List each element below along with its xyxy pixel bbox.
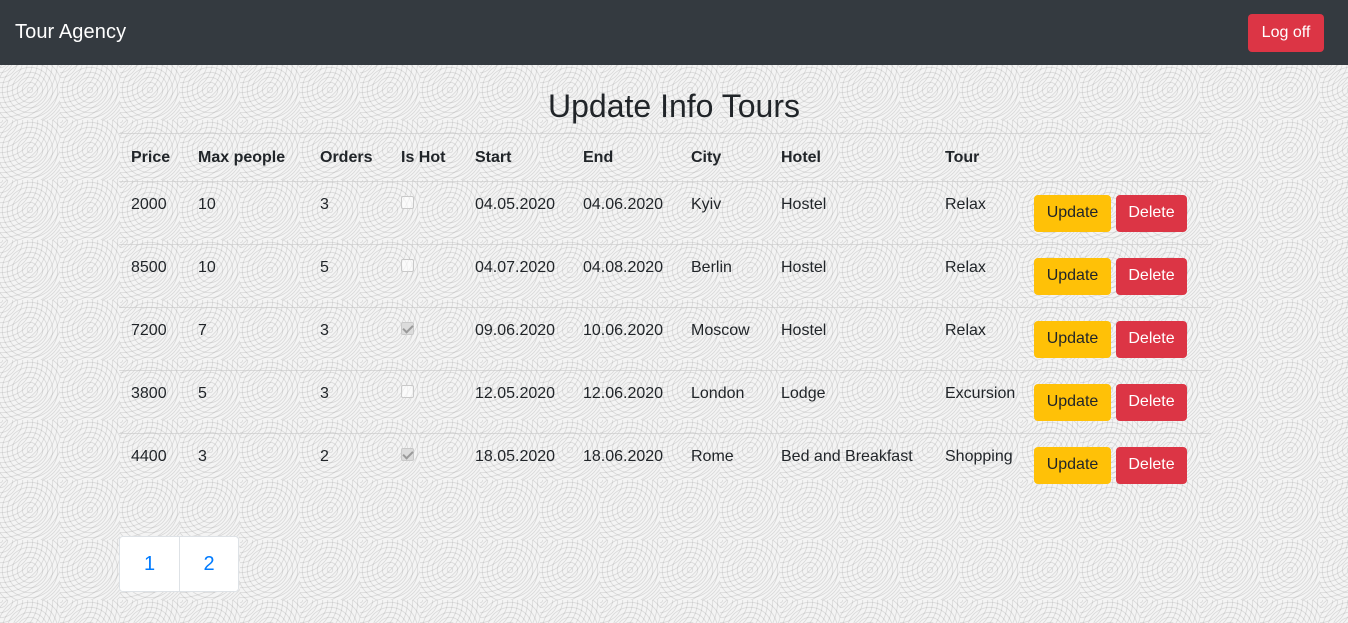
delete-button[interactable]: Delete — [1116, 257, 1187, 295]
cell-orders: 3 — [308, 307, 389, 371]
cell-tour: Relax — [933, 307, 1030, 371]
cell-tour: Excursion — [933, 370, 1030, 434]
is-hot-checkbox — [401, 385, 414, 398]
delete-button[interactable]: Delete — [1116, 320, 1187, 358]
cell-orders: 3 — [308, 181, 389, 245]
brand-title[interactable]: Tour Agency — [15, 21, 126, 44]
cell-city: Rome — [679, 433, 769, 497]
cell-orders: 2 — [308, 433, 389, 497]
cell-end: 10.06.2020 — [571, 307, 679, 371]
cell-is-hot — [389, 307, 463, 371]
cell-is-hot — [389, 433, 463, 497]
log-off-button[interactable]: Log off — [1248, 13, 1324, 52]
table-row: 2000 10 3 04.05.2020 04.06.2020 Kyiv Hostel Rel… — [119, 181, 1211, 245]
cell-start: 18.05.2020 — [463, 433, 571, 497]
table-row: 8500 10 5 04.07.2020 04.08.2020 Berlin Hostel R… — [119, 244, 1211, 308]
table-row: 4400 3 2 18.05.2020 18.06.2020 Rome Bed and Br… — [119, 433, 1211, 497]
update-button[interactable]: Update — [1034, 194, 1111, 232]
cell-max-people: 10 — [186, 181, 308, 245]
cell-is-hot — [389, 181, 463, 245]
cell-city: Moscow — [679, 307, 769, 371]
page-link-2[interactable]: 2 — [179, 537, 238, 591]
cell-tour: Shopping — [933, 433, 1030, 497]
cell-price: 4400 — [119, 433, 186, 497]
cell-orders: 3 — [308, 370, 389, 434]
cell-price: 7200 — [119, 307, 186, 371]
cell-hotel: Lodge — [769, 370, 933, 434]
cell-start: 04.07.2020 — [463, 244, 571, 308]
cell-actions: Update Delete — [1030, 244, 1211, 308]
update-button[interactable]: Update — [1034, 257, 1111, 295]
cell-end: 18.06.2020 — [571, 433, 679, 497]
table-row: 3800 5 3 12.05.2020 12.06.2020 London Lodge Exc… — [119, 370, 1211, 434]
cell-start: 09.06.2020 — [463, 307, 571, 371]
navbar: Tour Agency Log off — [0, 0, 1348, 65]
column-header-orders: Orders — [308, 133, 389, 182]
cell-tour: Relax — [933, 181, 1030, 245]
cell-actions: Update Delete — [1030, 433, 1211, 497]
cell-hotel: Hostel — [769, 244, 933, 308]
cell-city: Kyiv — [679, 181, 769, 245]
cell-hotel: Bed and Breakfast — [769, 433, 933, 497]
cell-hotel: Hostel — [769, 307, 933, 371]
delete-button[interactable]: Delete — [1116, 446, 1187, 484]
is-hot-checkbox — [401, 259, 414, 272]
cell-price: 8500 — [119, 244, 186, 308]
cell-price: 3800 — [119, 370, 186, 434]
cell-start: 12.05.2020 — [463, 370, 571, 434]
delete-button[interactable]: Delete — [1116, 383, 1187, 421]
pagination: 1 2 — [119, 536, 239, 592]
cell-actions: Update Delete — [1030, 307, 1211, 371]
cell-city: London — [679, 370, 769, 434]
column-header-end: End — [571, 133, 679, 182]
page-title: Update Info Tours — [547, 88, 800, 124]
column-header-price: Price — [119, 133, 186, 182]
cell-actions: Update Delete — [1030, 181, 1211, 245]
cell-is-hot — [389, 370, 463, 434]
update-button[interactable]: Update — [1034, 320, 1111, 358]
cell-max-people: 7 — [186, 307, 308, 371]
update-button[interactable]: Update — [1034, 446, 1111, 484]
cell-end: 04.08.2020 — [571, 244, 679, 308]
cell-max-people: 5 — [186, 370, 308, 434]
tours-table: Price Max people Orders Is Hot Start End… — [119, 133, 1211, 497]
cell-actions: Update Delete — [1030, 370, 1211, 434]
cell-tour: Relax — [933, 244, 1030, 308]
cell-end: 04.06.2020 — [571, 181, 679, 245]
cell-is-hot — [389, 244, 463, 308]
table-row: 7200 7 3 09.06.2020 10.06.2020 Moscow Hostel Re… — [119, 307, 1211, 371]
cell-city: Berlin — [679, 244, 769, 308]
cell-end: 12.06.2020 — [571, 370, 679, 434]
column-header-city: City — [679, 133, 769, 182]
column-header-start: Start — [463, 133, 571, 182]
cell-max-people: 3 — [186, 433, 308, 497]
update-button[interactable]: Update — [1034, 383, 1111, 421]
column-header-hotel: Hotel — [769, 133, 933, 182]
cell-orders: 5 — [308, 244, 389, 308]
page-link-1[interactable]: 1 — [120, 537, 179, 591]
cell-start: 04.05.2020 — [463, 181, 571, 245]
cell-max-people: 10 — [186, 244, 308, 308]
is-hot-checkbox — [401, 322, 414, 335]
table-header-row: Price Max people Orders Is Hot Start End… — [119, 133, 1211, 182]
cell-hotel: Hostel — [769, 181, 933, 245]
column-header-is-hot: Is Hot — [389, 133, 463, 182]
column-header-max-people: Max people — [186, 133, 308, 182]
column-header-tour: Tour — [933, 133, 1030, 182]
is-hot-checkbox — [401, 196, 414, 209]
delete-button[interactable]: Delete — [1116, 194, 1187, 232]
is-hot-checkbox — [401, 448, 414, 461]
column-header-actions — [1030, 133, 1211, 182]
cell-price: 2000 — [119, 181, 186, 245]
